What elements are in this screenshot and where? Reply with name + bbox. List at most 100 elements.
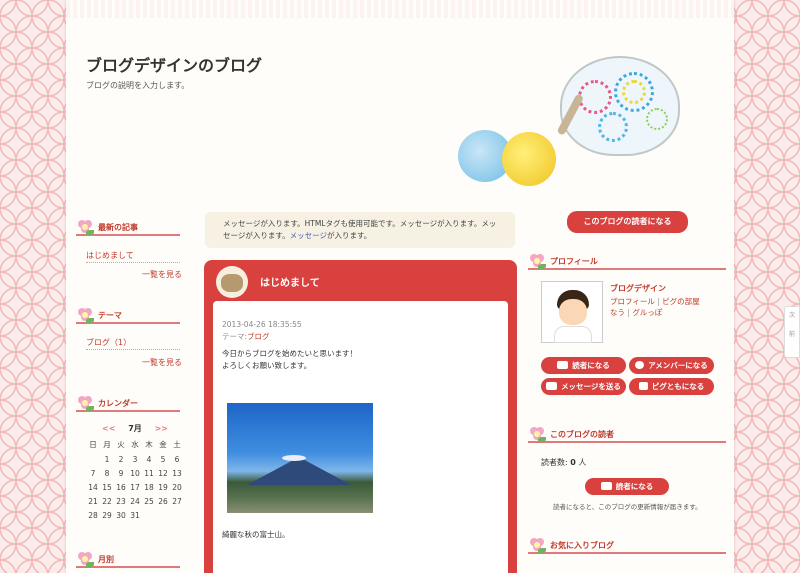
calendar-day: 11 [144,469,154,478]
message-link[interactable]: メッセージ [290,231,327,240]
book-icon [557,361,569,369]
calendar-day: 8 [104,469,110,478]
weekday-label: 土 [173,440,181,449]
flower-icon [528,536,546,554]
calendar-day: 17 [130,483,140,492]
calendar-day: 16 [116,483,126,492]
flower-icon [528,425,546,443]
readers-become-button[interactable]: 読者になる [585,478,669,495]
profile-links: プロフィール | ピグの部屋 なう | グルっぽ [610,297,700,317]
flower-icon [76,550,94,568]
pigtomo-button[interactable]: ピグともになる [629,378,714,395]
weekday-label: 水 [131,440,139,449]
recent-post-link[interactable]: はじめまして [86,250,134,261]
theme-link[interactable]: ブログ（1） [86,337,131,348]
calendar-day [86,455,100,464]
calendar-day: 14 [88,483,98,492]
recent-more-link[interactable]: 一覧を見る [142,269,182,280]
calendar-month: 7月 [128,424,142,433]
calendar-day [142,511,156,520]
become-reader-button[interactable]: このブログの読者になる [567,211,688,233]
readers-count: 読者数: 0 人 [541,458,587,467]
calendar-prev-button[interactable]: << [102,424,115,433]
calendar-day: 25 [144,497,154,506]
calendar-day: 18 [144,483,154,492]
mascot-icon [216,266,248,298]
calendar-day: 1 [104,455,110,464]
calendar-day: 12 [158,469,168,478]
pig-room-link[interactable]: ピグの部屋 [662,297,700,306]
profile-heading: プロフィール [528,254,726,270]
calendar-day: 27 [172,497,182,506]
favorites-heading: お気に入りブログ [528,538,726,554]
entry-title[interactable]: はじめまして [260,274,320,289]
calendar-day: 9 [118,469,124,478]
blog-title[interactable]: ブログデザインのブログ [86,52,262,76]
recent-posts-heading: 最新の記事 [76,220,180,236]
prev-label: 前 [789,331,796,338]
entry-text: 今日からブログを始めたいと思います！ よろしくお願い致します。 [222,349,357,370]
weekday-label: 木 [145,440,153,449]
calendar-day: 24 [130,497,140,506]
amember-button[interactable]: アメンバーになる [629,357,714,374]
calendar: << 7月 >> 日月火水木金土 1 2 3 4 5 6 7 8 9 10 11 12 13 14 15 16 1… [86,423,184,520]
mount-fuji-photo[interactable] [227,403,373,513]
calendar-day: 21 [88,497,98,506]
entry-datetime: 2013-04-26 18:35:55 [222,320,302,329]
theme-more-link[interactable]: 一覧を見る [142,357,182,368]
monthly-heading: 月別 [76,552,180,568]
calendar-day: 22 [102,497,112,506]
reader-button[interactable]: 読者になる [541,357,626,374]
divider [86,262,180,263]
calendar-day [156,511,170,520]
calendar-day: 7 [90,469,96,478]
flower-icon [76,218,94,236]
weekday-label: 日 [89,440,97,449]
calendar-day: 3 [132,455,138,464]
group-link[interactable]: グルっぽ [632,308,662,317]
page-nav-tab[interactable]: 次 前 [784,306,800,358]
calendar-day: 10 [130,469,140,478]
calendar-day: 30 [116,511,126,520]
calendar-day: 15 [102,483,112,492]
calendar-day: 6 [174,455,180,464]
readers-note: 読者になると、このブログの更新情報が届きます。 [553,503,702,511]
calendar-day: 5 [160,455,166,464]
send-message-button[interactable]: メッセージを送る [541,378,626,395]
calendar-day: 2 [118,455,124,464]
theme-heading: テーマ [76,308,180,324]
flower-icon [528,252,546,270]
calendar-day: 4 [146,455,152,464]
photo-caption: 綺麗な秋の富士山。 [222,530,290,539]
calendar-grid: 日月火水木金土 1 2 3 4 5 6 7 8 9 10 11 12 13 14 15 16 17 18 19 20 21… [86,439,184,520]
flower-icon [76,394,94,412]
calendar-day [170,511,184,520]
weekday-label: 金 [159,440,167,449]
calendar-day: 26 [158,497,168,506]
entry-theme-link[interactable]: ブログ [247,332,270,341]
yellow-water-balloon-icon [502,132,556,186]
calendar-day: 23 [116,497,126,506]
calendar-day: 20 [172,483,182,492]
calendar-day: 19 [158,483,168,492]
profile-link[interactable]: プロフィール [610,297,655,306]
weekday-label: 月 [103,440,111,449]
calendar-day: 28 [88,511,98,520]
pig-icon [638,382,648,390]
message-box: メッセージが入ります。HTMLタグも使用可能です。メッセージが入ります。メッ セ… [205,212,515,248]
divider [86,349,180,350]
entry-theme: テーマ:ブログ [222,332,270,341]
calendar-heading: カレンダー [76,396,180,412]
now-link[interactable]: なう [610,308,625,317]
blog-description: ブログの説明を入力します。 [86,81,190,90]
avatar[interactable] [541,281,603,343]
next-label: 次 [789,312,796,319]
calendar-day: 13 [172,469,182,478]
weekday-label: 火 [117,440,125,449]
calendar-next-button[interactable]: >> [155,424,168,433]
book-icon [600,482,612,490]
calendar-day: 29 [102,511,112,520]
flower-icon [76,306,94,324]
profile-name[interactable]: ブログデザイン [610,283,666,294]
mail-icon [546,382,558,390]
